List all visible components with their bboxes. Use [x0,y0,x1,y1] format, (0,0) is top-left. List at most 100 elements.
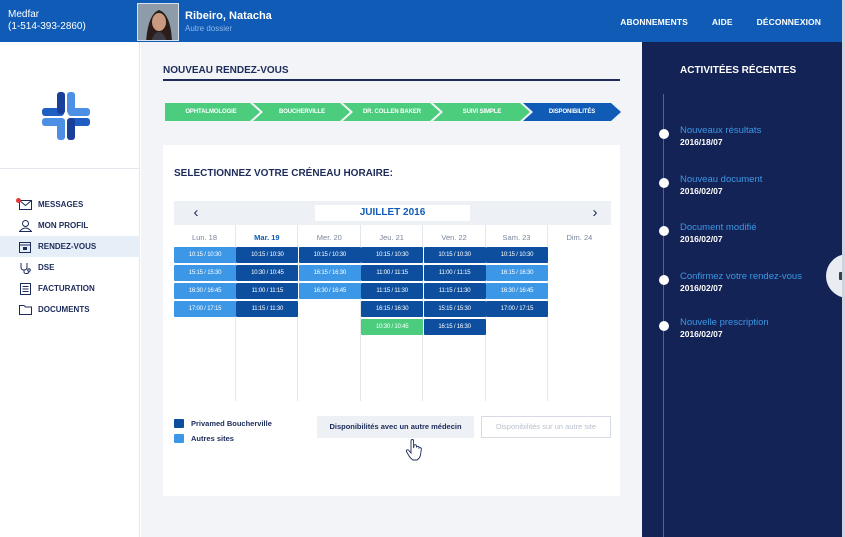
sidebar-item-label: DOCUMENTS [38,305,90,314]
other-site-button[interactable]: Disponibilités sur un autre site [481,416,611,438]
brand: Medfar (1-514-393-2860) [8,9,86,33]
time-slot[interactable]: 10:15 / 10:30 [486,247,548,263]
activity-title: Confirmez votre rendez-vous [680,271,802,282]
chevron-left-icon[interactable]: ‹ [188,204,204,222]
activity-item[interactable]: Nouvelle prescription 2016/02/07 [659,317,840,340]
sidebar: MESSAGES MON PROFIL RENDEZ-VOUS DSE FACT… [0,42,140,537]
page-title: NOUVEAU RENDEZ-VOUS [163,65,289,76]
other-record-link[interactable]: Autre dossier [185,24,232,33]
time-slot[interactable]: 16:30 / 16:45 [174,283,236,299]
day-name: Jeu. 21 [379,233,404,242]
day-column: Lun. 18 10:15 / 10:30 15:15 / 15:30 16:30 /… [174,225,236,401]
timeslot-card: SELECTIONNEZ VOTRE CRÉNEAU HORAIRE: ‹ JU… [163,145,620,496]
time-slot[interactable]: 11:15 / 11:30 [423,283,486,299]
chevron-right-icon[interactable]: › [587,204,603,222]
activity-item[interactable]: Nouveau document 2016/02/07 [659,174,840,197]
time-slot[interactable]: 11:15 / 11:30 [361,283,424,299]
legend-label: Autres sites [191,434,234,443]
time-slot[interactable]: 16:15 / 16:30 [361,301,424,317]
patient-name[interactable]: Ribeiro, Natacha [185,10,272,22]
legend-item-privamed: Privamed Boucherville [174,416,272,431]
activity-title: Nouveau document [680,174,763,185]
activity-item[interactable]: Document modifié 2016/02/07 [659,222,840,245]
time-slot[interactable]: 16:30 / 16:45 [486,283,548,299]
day-name: Sam. 23 [502,233,531,242]
other-doctor-button[interactable]: Disponibilités avec un autre médecin [317,416,474,438]
sidebar-item-appointments[interactable]: RENDEZ-VOUS [0,236,140,257]
calendar-header: ‹ JUILLET 2016 › [174,201,611,225]
time-slot[interactable]: 16:15 / 16:30 [423,319,486,335]
sidebar-item-documents[interactable]: DOCUMENTS [0,299,140,320]
time-slot[interactable]: 11:00 / 11:15 [361,265,424,281]
time-slot[interactable]: 10:30 / 10:45 [236,265,299,281]
legend-swatch-light [174,434,184,443]
timeline-dot [659,275,669,285]
activity-date: 2016/02/07 [680,329,723,339]
activity-date: 2016/02/07 [680,283,723,293]
activity-date: 2016/02/07 [680,186,723,196]
time-slot[interactable]: 10:15 / 10:30 [361,247,424,263]
calendar-icon [18,241,32,253]
sidebar-item-messages[interactable]: MESSAGES [0,194,140,215]
legend: Privamed Boucherville Autres sites [174,416,272,446]
document-icon [18,282,32,295]
time-slot[interactable]: 17:00 / 17:15 [174,301,236,317]
recent-activity-panel: ACTIVITÉES RÉCENTES Nouveaux résultats 2… [642,42,845,537]
avatar[interactable] [137,3,179,41]
day-column: Sam. 23 10:15 / 10:30 16:15 / 16:30 16:30 /… [486,225,548,401]
step-doctor[interactable]: DR. COLLEN BAKER [347,103,437,121]
brand-name: Medfar [8,9,40,20]
time-slot[interactable]: 10:15 / 10:30 [423,247,486,263]
sidebar-item-label: FACTURATION [38,284,95,293]
timeline-dot [659,321,669,331]
sidebar-item-profile[interactable]: MON PROFIL [0,215,140,236]
top-bar: Medfar (1-514-393-2860) Ribeiro, Natacha… [0,0,845,42]
brand-phone: (1-514-393-2860) [8,21,86,32]
time-slot[interactable]: 11:00 / 11:15 [423,265,486,281]
nav-logout[interactable]: DÉCONNEXION [757,17,821,27]
time-slot[interactable]: 16:30 / 16:45 [298,283,361,299]
step-location[interactable]: BOUCHERVILLE [257,103,347,121]
timeline-line [663,94,664,537]
day-column: Mer. 20 10:15 / 10:30 16:15 / 16:30 16:30 /… [298,225,361,401]
time-slot[interactable]: 11:00 / 11:15 [236,283,299,299]
step-availability[interactable]: DISPONIBILITÉS [527,103,617,121]
time-slot[interactable]: 15:15 / 15:30 [174,265,236,281]
nav-subscriptions[interactable]: ABONNEMENTS [620,17,688,27]
app-logo [42,92,90,140]
time-slot[interactable]: 10:15 / 10:30 [298,247,361,263]
day-name: Mar. 19 [254,233,280,242]
hand-cursor-icon [405,439,422,461]
time-slot[interactable]: 10:15 / 10:30 [236,247,299,263]
sidebar-item-label: MESSAGES [38,200,84,209]
day-column: Mar. 19 10:15 / 10:30 10:30 / 10:45 11:00 /… [236,225,299,401]
time-slot[interactable]: 16:15 / 16:30 [486,265,548,281]
step-visit-type[interactable]: SUIVI SIMPLE [437,103,527,121]
user-icon [18,219,32,232]
time-slot[interactable]: 17:00 / 17:15 [486,301,548,317]
legend-item-other-sites: Autres sites [174,431,272,446]
time-slot[interactable]: 15:15 / 15:30 [423,301,486,317]
time-slot-selected[interactable]: 10:30 / 10:45 [361,319,424,335]
activity-title: Nouveaux résultats [680,125,762,136]
nav-help[interactable]: AIDE [712,17,733,27]
sidebar-item-dse[interactable]: DSE [0,257,140,278]
title-underline [163,79,620,81]
legend-label: Privamed Boucherville [191,419,272,428]
time-slot[interactable]: 16:15 / 16:30 [298,265,361,281]
sidebar-item-label: RENDEZ-VOUS [38,242,97,251]
activity-item[interactable]: Confirmez votre rendez-vous 2016/02/07 [659,271,840,294]
top-nav: ABONNEMENTS AIDE DÉCONNEXION [620,17,821,27]
timeline-dot [659,129,669,139]
activity-title: Document modifié [680,222,757,233]
step-specialty[interactable]: OPHTALMOLOGIE [165,103,257,121]
time-slot[interactable]: 10:15 / 10:30 [174,247,236,263]
activity-item[interactable]: Nouveaux résultats 2016/18/07 [659,125,840,148]
time-slot[interactable]: 11:15 / 11:30 [236,301,299,317]
day-name: Dim. 24 [566,233,593,242]
main-content: NOUVEAU RENDEZ-VOUS OPHTALMOLOGIE BOUCHE… [141,42,642,537]
day-column: Ven. 22 10:15 / 10:30 11:00 / 11:15 11:15 /… [423,225,486,401]
breadcrumb-steps: OPHTALMOLOGIE BOUCHERVILLE DR. COLLEN BA… [165,103,621,121]
sidebar-item-billing[interactable]: FACTURATION [0,278,140,299]
notification-dot [16,198,21,203]
